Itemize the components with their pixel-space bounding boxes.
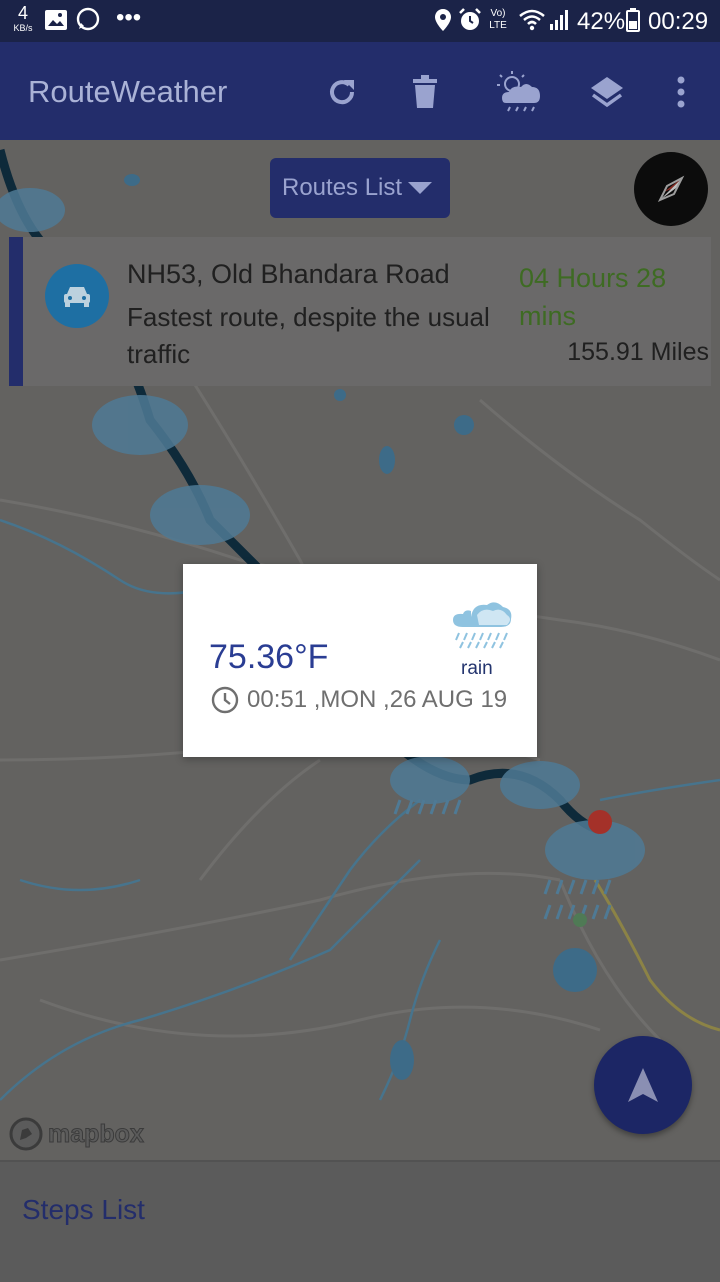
network-speed-unit: KB/s xyxy=(13,23,33,33)
compass-icon xyxy=(657,175,685,202)
status-bar: 4 KB/s ••• Vo) LTE 42% 00:29 xyxy=(0,0,720,42)
mapbox-wordmark: mapbox xyxy=(48,1119,145,1148)
clock-icon xyxy=(211,686,239,714)
compass-button[interactable] xyxy=(634,152,708,226)
signal-icon xyxy=(550,10,568,30)
refresh-icon xyxy=(330,80,355,105)
steps-list-panel[interactable]: Steps List xyxy=(0,1160,720,1282)
route-duration: 04 Hours 28 mins xyxy=(519,263,667,331)
navigation-arrow-icon xyxy=(628,1068,658,1102)
mapbox-logo-icon xyxy=(9,1117,43,1151)
alarm-icon xyxy=(459,8,481,30)
dropdown-arrow-icon xyxy=(408,182,432,194)
more-notifications-icon: ••• xyxy=(116,4,142,31)
weather-button[interactable] xyxy=(490,68,546,116)
battery-percent: 42% xyxy=(577,8,626,35)
route-distance: 155.91 Miles xyxy=(567,338,709,366)
more-options-button[interactable] xyxy=(657,68,705,116)
routes-list-dropdown[interactable]: Routes List xyxy=(270,158,450,218)
mapbox-attribution[interactable]: mapbox xyxy=(8,1116,144,1152)
route-name: NH53, Old Bhandara Road xyxy=(127,259,450,289)
app-title: RouteWeather xyxy=(28,74,228,109)
network-speed: 4 KB/s xyxy=(10,4,36,34)
weather-condition: rain xyxy=(461,658,493,679)
routes-list-label: Routes List xyxy=(282,174,403,201)
navigate-button[interactable] xyxy=(594,1036,692,1134)
delete-button[interactable] xyxy=(401,68,449,116)
network-speed-value: 4 xyxy=(17,3,28,23)
destination-marker[interactable] xyxy=(588,810,612,834)
refresh-button[interactable] xyxy=(318,68,366,116)
layers-button[interactable] xyxy=(583,68,631,116)
temperature-value: 75.36°F xyxy=(209,638,329,676)
app-bar: RouteWeather xyxy=(0,42,720,140)
steps-list-label: Steps List xyxy=(22,1194,145,1225)
weather-popup[interactable]: 75.36°F rain 00:51 ,MON ,26 AUG 19 xyxy=(183,564,537,757)
car-icon xyxy=(64,287,90,307)
car-icon-badge xyxy=(45,264,109,328)
location-icon xyxy=(435,9,451,31)
volte-icon: Vo) LTE xyxy=(489,8,507,31)
clock-time: 00:29 xyxy=(648,8,709,35)
delete-icon xyxy=(413,75,437,108)
route-description: Fastest route, despite the usual traffic xyxy=(127,302,490,369)
route-card[interactable]: NH53, Old Bhandara Road Fastest route, d… xyxy=(9,237,711,386)
map-marker-small xyxy=(573,913,587,927)
more-vert-icon xyxy=(677,76,685,108)
layers-icon xyxy=(591,77,623,108)
battery-icon xyxy=(626,8,640,32)
weather-icon xyxy=(497,71,540,112)
rain-cloud-icon xyxy=(453,602,512,649)
wifi-icon xyxy=(519,9,545,31)
forecast-datetime: 00:51 ,MON ,26 AUG 19 xyxy=(247,686,508,713)
gallery-notification-icon xyxy=(45,10,67,30)
whatsapp-notification-icon xyxy=(76,7,100,31)
highway-line xyxy=(593,879,720,1032)
